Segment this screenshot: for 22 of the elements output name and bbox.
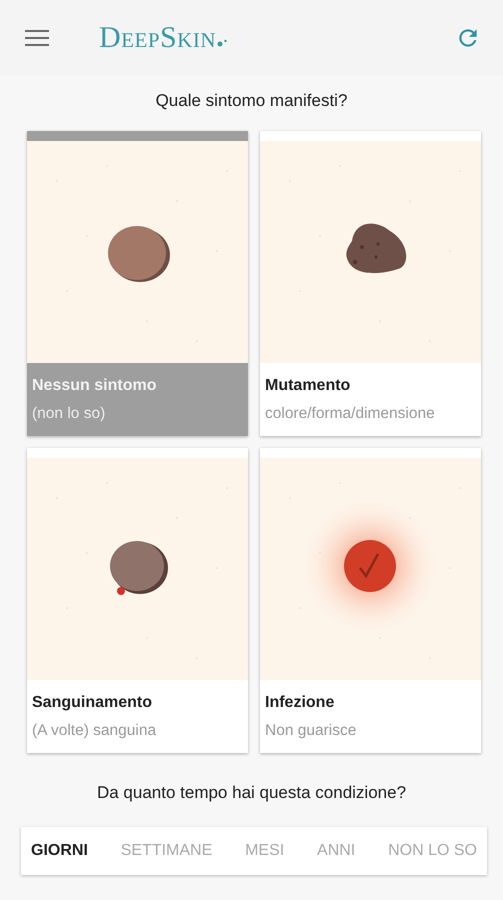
card-title: Sanguinamento: [32, 694, 154, 712]
duration-tab[interactable]: SETTIMANE: [118, 838, 214, 864]
app-logo: DeepSkin: [99, 21, 216, 55]
symptom-card[interactable]: Infezione Non guarisce: [260, 448, 481, 753]
card-subtitle: colore/forma/dimensione: [265, 404, 436, 422]
symptom-card[interactable]: Nessun sintomo (non lo so): [27, 131, 248, 436]
card-title: Nessun sintomo: [32, 376, 158, 394]
symptom-card[interactable]: Sanguinamento (A volte) sanguina: [27, 448, 248, 753]
card-subtitle: Non guarisce: [265, 722, 358, 740]
duration-tab[interactable]: GIORNI: [29, 838, 90, 864]
dots-icon: [217, 39, 228, 47]
question-text: Quale sintomo manifesti?: [156, 91, 348, 111]
card-subtitle: (non lo so): [32, 404, 106, 422]
symptom-card[interactable]: Mutamento colore/forma/dimensione: [260, 131, 481, 436]
card-title: Mutamento: [265, 376, 352, 394]
duration-tab[interactable]: MESI: [243, 838, 286, 864]
duration-tab[interactable]: ANNI: [315, 838, 358, 864]
card-title: Infezione: [265, 694, 336, 712]
menu-icon[interactable]: [25, 29, 49, 47]
duration-tab[interactable]: NON LO SO: [386, 838, 479, 864]
card-subtitle: (A volte) sanguina: [32, 722, 158, 740]
question-text: Da quanto tempo hai questa condizione?: [96, 783, 406, 803]
